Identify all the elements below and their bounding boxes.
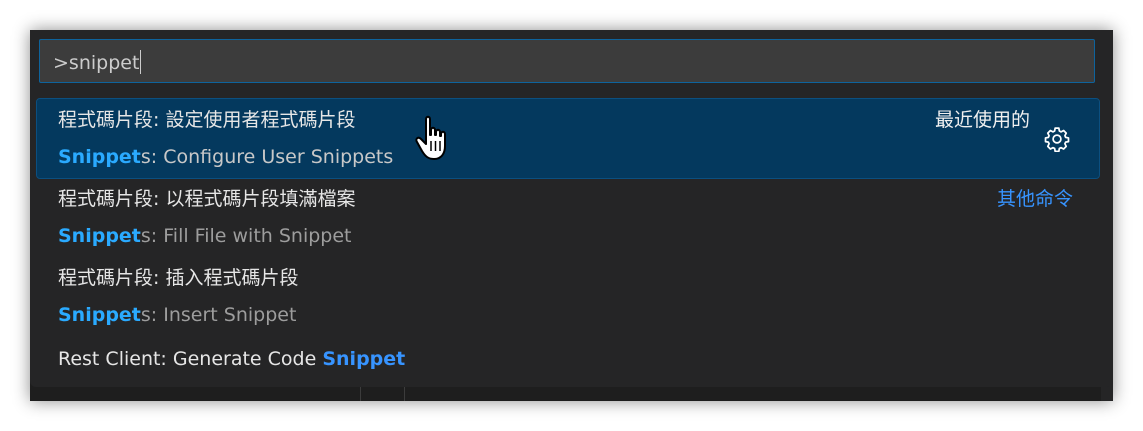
match-highlight: Snippet: [58, 225, 141, 247]
command-label-zh: 程式碼片段: 以程式碼片段填滿檔案: [58, 188, 356, 210]
match-highlight: Snippet: [58, 146, 141, 168]
quick-pick-widget: >snippet 程式碼片段: 設定使用者程式碼片段 Snippets: Con…: [30, 30, 1113, 387]
list-item-rest-client-generate-code-snippet[interactable]: Rest Client: Generate Code Snippet: [37, 336, 1099, 379]
gear-icon[interactable]: [1044, 126, 1070, 152]
command-palette-window: >snippet 程式碼片段: 設定使用者程式碼片段 Snippets: Con…: [30, 30, 1113, 401]
command-label-prefix: Rest Client: Generate Code: [58, 348, 323, 370]
command-label-rest: s: Configure User Snippets: [140, 146, 394, 168]
recently-used-label: 最近使用的: [934, 109, 1030, 131]
hand-pointer-cursor-icon: [415, 115, 446, 160]
list-item-insert-snippet[interactable]: 程式碼片段: 插入程式碼片段 Snippets: Insert Snippet: [37, 257, 1099, 336]
command-label-zh: 程式碼片段: 插入程式碼片段: [58, 267, 299, 289]
command-label-en: Snippets: Fill File with Snippet: [58, 225, 352, 247]
list-item-configure-user-snippets[interactable]: 程式碼片段: 設定使用者程式碼片段 Snippets: Configure Us…: [36, 98, 1100, 179]
command-label-rest: s: Fill File with Snippet: [140, 225, 352, 247]
match-highlight: Snippet: [322, 348, 406, 370]
other-commands-label: 其他命令: [996, 188, 1073, 210]
command-label: Rest Client: Generate Code Snippet: [58, 348, 405, 370]
command-label-zh: 程式碼片段: 設定使用者程式碼片段: [58, 109, 356, 131]
command-search-input[interactable]: >snippet: [39, 39, 1095, 83]
command-label-en: Snippets: Configure User Snippets: [58, 146, 393, 168]
text-caret: [140, 50, 142, 74]
match-highlight: Snippet: [58, 304, 141, 326]
command-label-en: Snippets: Insert Snippet: [58, 304, 296, 326]
command-label-rest: s: Insert Snippet: [140, 304, 297, 326]
command-results-list: 程式碼片段: 設定使用者程式碼片段 Snippets: Configure Us…: [36, 98, 1100, 379]
search-input-value: >snippet: [53, 52, 140, 74]
list-item-fill-file-with-snippet[interactable]: 程式碼片段: 以程式碼片段填滿檔案 Snippets: Fill File wi…: [37, 178, 1099, 257]
